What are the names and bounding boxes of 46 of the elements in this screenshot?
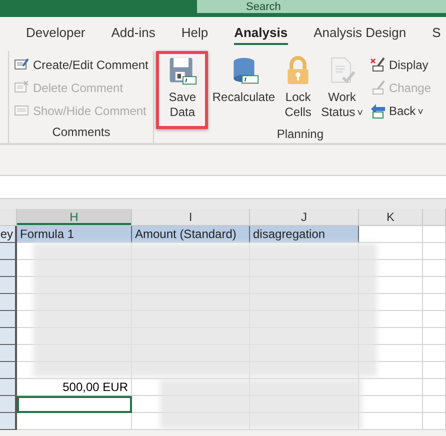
header-cell: disagregation: [250, 226, 359, 243]
column-header[interactable]: [423, 209, 446, 226]
header-cell: Amount (Standard): [132, 226, 250, 243]
table-cell: [423, 345, 446, 362]
group-label: Comments: [51, 125, 112, 141]
table-cell: [423, 260, 446, 277]
header-cell: Formula 1: [17, 226, 132, 243]
ribbon-button[interactable]: Back ˅: [366, 99, 434, 122]
ribbon-tab[interactable]: Developer: [26, 25, 86, 45]
ribbon-tab[interactable]: S: [432, 25, 441, 45]
table-cell: [423, 243, 446, 260]
column-header[interactable]: [0, 209, 17, 226]
ribbon-tab[interactable]: Analysis: [234, 25, 288, 45]
table-cell: [423, 328, 446, 345]
ribbon-button[interactable]: Display: [366, 53, 434, 76]
comment-icon: [14, 102, 30, 118]
ribbon-tab[interactable]: Help: [181, 25, 208, 45]
column-header[interactable]: H: [17, 209, 132, 226]
column-header[interactable]: J: [250, 209, 359, 226]
pencil-icon: [370, 80, 386, 96]
search-field[interactable]: Search: [197, 0, 446, 13]
column-header[interactable]: K: [359, 209, 423, 226]
table-cell: [423, 311, 446, 328]
table-cell: [423, 294, 446, 311]
table-cell: [423, 277, 446, 294]
pencil-cross-icon: [370, 56, 386, 72]
header-cell: ey: [0, 226, 17, 243]
table-cell: [423, 413, 446, 430]
comment-pencil-icon: [14, 56, 30, 72]
ribbon-button[interactable]: Recalculate: [208, 51, 280, 110]
table-cell: [423, 362, 446, 379]
table-cell: [423, 226, 446, 243]
table-cell: 500,00 EUR: [17, 379, 132, 396]
table-cell: [423, 379, 446, 396]
ribbon-button[interactable]: Lock Cells: [279, 51, 318, 125]
ribbon-tab[interactable]: Analysis Design: [314, 25, 406, 45]
column-header[interactable]: I: [132, 209, 250, 226]
formula-bar[interactable]: [0, 175, 446, 199]
arrow-left-icon: [370, 102, 386, 118]
group-label: Planning: [276, 127, 325, 143]
ribbon-tab[interactable]: Add-ins: [111, 25, 156, 45]
table-cell: [423, 396, 446, 413]
comment-cross-icon: [14, 80, 30, 96]
floppy-disk-icon: [167, 56, 198, 86]
ribbon-button[interactable]: Create/Edit Comment: [11, 53, 152, 76]
ribbon-button[interactable]: Save Data: [156, 51, 208, 129]
